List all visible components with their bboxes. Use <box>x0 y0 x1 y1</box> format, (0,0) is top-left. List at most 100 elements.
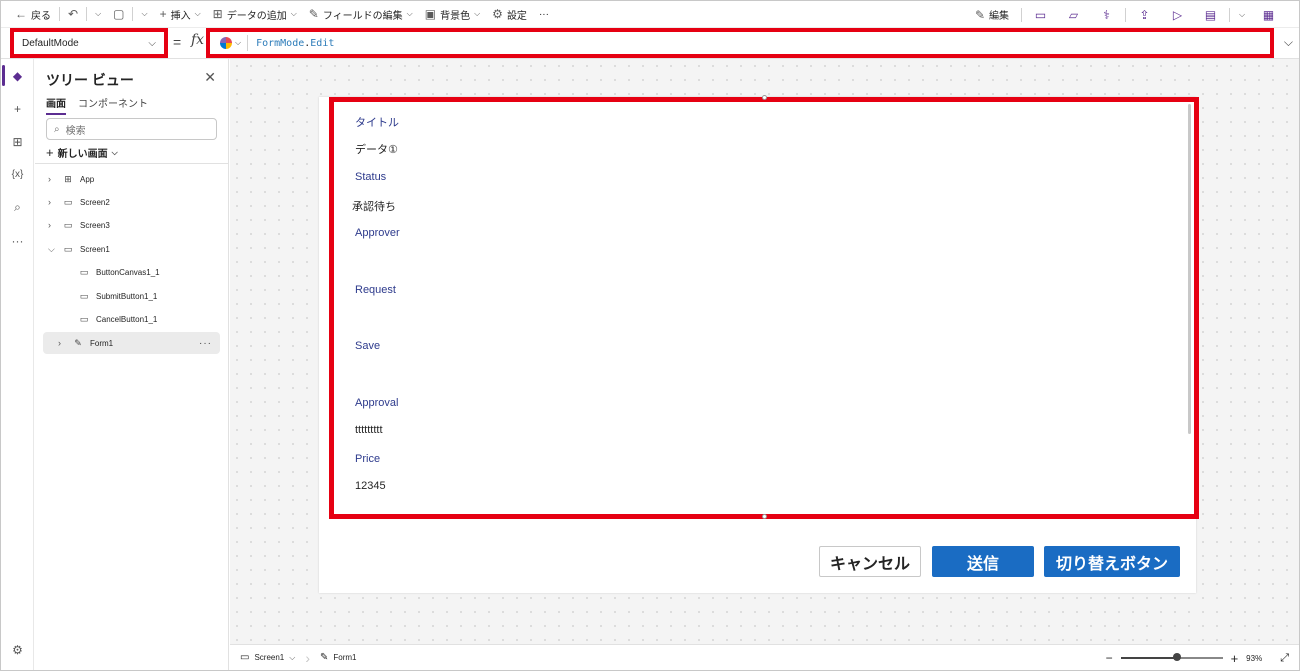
new-screen-button[interactable]: + 新しい画面 ⌵ <box>46 145 118 160</box>
button-icon: ▭ <box>79 266 89 277</box>
tree-node-form[interactable]: › ✎ Form1 ··· <box>43 332 220 354</box>
zoom-control: − + 93% ⤢ <box>1106 645 1289 671</box>
field-label-price: Price <box>355 453 381 465</box>
data-rail-button[interactable]: ⊞ <box>1 125 34 158</box>
resize-handle[interactable] <box>762 95 767 100</box>
chevron-right-icon: › <box>58 338 61 348</box>
more-button[interactable]: ··· <box>533 1 555 27</box>
breadcrumb-screen[interactable]: ▭ Screen1 ⌵ <box>230 652 305 663</box>
comment-icon: ▱ <box>1068 7 1079 22</box>
insert-button[interactable]: + 挿入 ⌵ <box>154 1 207 27</box>
settings-button[interactable]: ⚙ 設定 <box>486 1 533 27</box>
tree-node-app[interactable]: › ⊞ App <box>48 168 94 190</box>
edit-button[interactable]: ✎ 編集 <box>969 1 1019 28</box>
chevron-down-icon: ⌵ <box>141 9 148 18</box>
zoom-out-icon[interactable]: − <box>1106 651 1113 665</box>
chevron-down-icon: ⌵ <box>406 9 413 18</box>
save-button[interactable]: ▤ <box>1194 1 1227 28</box>
resize-handle[interactable] <box>762 514 767 519</box>
separator <box>1125 7 1126 22</box>
breadcrumb-control[interactable]: ✎ Form1 <box>310 652 367 663</box>
field-label-title: タイトル <box>355 117 399 129</box>
insert-rail-button[interactable]: + <box>1 92 34 125</box>
chevron-right-icon: › <box>48 197 51 207</box>
plus-icon: + <box>13 101 21 116</box>
copilot-button[interactable]: ⌵ <box>210 32 247 54</box>
variables-rail-button[interactable]: {x} <box>1 158 34 191</box>
screen-icon: ▭ <box>63 196 73 207</box>
publish-button[interactable]: ▦ <box>1252 1 1285 28</box>
chevron-down-icon: ⌵ <box>290 9 297 18</box>
zoom-slider-thumb[interactable] <box>1173 653 1182 661</box>
search-rail-button[interactable]: ⌕ <box>1 191 34 224</box>
toggle-button[interactable]: 切り替えボタン <box>1044 546 1180 577</box>
cancel-button[interactable]: キャンセル <box>819 546 921 577</box>
tree-node-submit-button[interactable]: ▭ SubmitButton1_1 <box>76 285 158 307</box>
tree-node-screen2[interactable]: › ▭ Screen2 <box>48 191 110 213</box>
fx-icon: fx <box>191 32 205 48</box>
settings-rail-button[interactable]: ⚙ <box>1 633 34 666</box>
zoom-slider[interactable] <box>1120 653 1223 661</box>
button-icon: ▭ <box>79 290 89 301</box>
field-value-approval[interactable]: ttttttttt <box>355 424 383 436</box>
field-value-price[interactable]: 12345 <box>355 480 386 492</box>
add-data-button[interactable]: ⊞ データの追加 ⌵ <box>207 1 303 27</box>
scrollbar[interactable] <box>1188 104 1191 434</box>
stethoscope-icon: ⚕ <box>1103 7 1110 22</box>
more-rail-button[interactable]: ··· <box>1 224 34 257</box>
more-options-icon[interactable]: ··· <box>199 338 212 349</box>
paste-dropdown[interactable]: ⌵ <box>135 1 153 27</box>
tree-view-rail-button[interactable]: ◆ <box>1 59 34 92</box>
comments-button[interactable]: ▱ <box>1057 1 1090 28</box>
search-input[interactable]: ⌕ 検索 <box>46 118 217 140</box>
tree-view-panel: ツリー ビュー ✕ 画面 コンポーネント ⌕ 検索 + 新しい画面 ⌵ › ⊞ … <box>35 59 229 670</box>
plus-icon: + <box>46 145 54 160</box>
search-icon: ⌕ <box>14 200 21 214</box>
tree-node-button-canvas[interactable]: ▭ ButtonCanvas1_1 <box>76 261 160 283</box>
tree-node-cancel-button[interactable]: ▭ CancelButton1_1 <box>76 308 158 330</box>
property-selector[interactable]: DefaultMode ⌵ <box>10 28 168 58</box>
separator <box>59 7 60 21</box>
tab-screens[interactable]: 画面 <box>46 95 66 115</box>
field-value-status[interactable]: 承認待ち <box>352 198 396 214</box>
edit-fields-icon: ✎ <box>308 7 319 21</box>
equals-sign: = <box>173 34 182 50</box>
tab-components[interactable]: コンポーネント <box>78 95 148 115</box>
edit-form[interactable]: タイトル データ① Status 承認待ち Approver Request S… <box>329 97 1199 519</box>
undo-dropdown[interactable]: ⌵ <box>89 1 107 27</box>
field-label-approval: Approval <box>355 397 399 409</box>
tree-node-screen3[interactable]: › ▭ Screen3 <box>48 214 110 236</box>
undo-button[interactable]: ↶ <box>62 1 84 27</box>
zoom-in-icon[interactable]: + <box>1231 651 1239 666</box>
submit-button[interactable]: 送信 <box>932 546 1034 577</box>
tree-node-screen1[interactable]: ⌵ ▭ Screen1 <box>48 238 110 260</box>
chevron-right-icon: › <box>48 174 51 184</box>
chevron-down-icon: ⌵ <box>148 37 156 49</box>
back-arrow-icon: ← <box>15 7 27 21</box>
paste-button[interactable]: ▢ <box>107 1 130 27</box>
close-icon[interactable]: ✕ <box>204 69 216 86</box>
chevron-down-icon: ⌵ <box>111 147 118 157</box>
app-checker-button[interactable]: ⚕ <box>1090 1 1123 28</box>
zoom-level: 93% <box>1246 653 1263 663</box>
copilot-icon <box>220 37 232 49</box>
chevron-down-icon: ⌵ <box>194 9 201 18</box>
expand-formula-icon[interactable]: ⌵ <box>1284 35 1293 50</box>
field-value-title[interactable]: データ① <box>355 141 398 157</box>
background-color-button[interactable]: ▣ 背景色 ⌵ <box>419 1 486 27</box>
copilot-panel-button[interactable]: ▭ <box>1024 1 1057 28</box>
screen-icon: ▭ <box>63 243 73 254</box>
edit-fields-button[interactable]: ✎ フィールドの編集 ⌵ <box>303 1 419 27</box>
preview-button[interactable]: ▷ <box>1161 1 1194 28</box>
fit-to-window-icon[interactable]: ⤢ <box>1280 652 1289 665</box>
chevron-down-icon: ⌵ <box>235 38 242 47</box>
separator <box>1021 7 1022 22</box>
save-dropdown[interactable]: ⌵ <box>1232 1 1252 28</box>
divider <box>35 163 229 164</box>
plus-icon: + <box>159 7 167 21</box>
back-button[interactable]: ← 戻る <box>1 1 57 27</box>
formula-input[interactable]: ⌵ FormMode.Edit <box>206 28 1274 58</box>
field-label-save: Save <box>355 340 381 352</box>
share-button[interactable]: ⇪ <box>1128 1 1161 28</box>
screen-icon: ▭ <box>63 219 73 230</box>
